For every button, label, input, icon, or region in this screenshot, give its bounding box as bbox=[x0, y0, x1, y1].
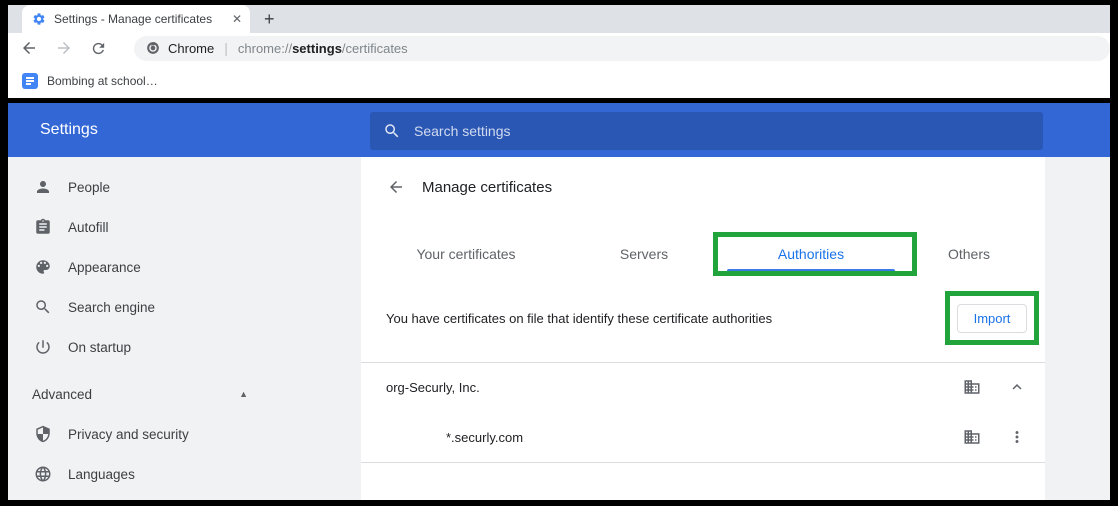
sidebar-item-label: Appearance bbox=[68, 259, 141, 275]
tab-close-icon[interactable]: ✕ bbox=[232, 13, 242, 25]
collapse-chevron-up-icon[interactable] bbox=[1008, 378, 1026, 396]
globe-icon bbox=[34, 465, 52, 483]
settings-search-box[interactable] bbox=[370, 112, 1043, 150]
new-tab-icon[interactable]: + bbox=[264, 8, 275, 30]
search-input[interactable] bbox=[414, 123, 1030, 139]
address-bar[interactable]: Chrome | chrome://settings/certificates bbox=[134, 35, 1110, 61]
highlight-box-import bbox=[945, 291, 1039, 345]
page-title: Settings bbox=[40, 121, 98, 138]
settings-header: Settings bbox=[8, 103, 1110, 157]
sidebar-item-label: Autofill bbox=[68, 219, 109, 235]
settings-sidebar: People Autofill Appearance Search engine… bbox=[8, 157, 361, 500]
tab-strip: Settings - Manage certificates ✕ + bbox=[8, 5, 1110, 33]
power-icon bbox=[34, 338, 52, 356]
shield-icon bbox=[34, 425, 52, 443]
bookmark-item[interactable]: Bombing at school… bbox=[47, 74, 158, 88]
person-icon bbox=[34, 178, 52, 196]
bookmarks-bar: Bombing at school… bbox=[8, 63, 1110, 98]
search-icon bbox=[34, 298, 52, 316]
sidebar-item-people[interactable]: People bbox=[8, 167, 361, 207]
card-title: Manage certificates bbox=[422, 178, 553, 196]
palette-icon bbox=[34, 258, 52, 276]
forward-icon[interactable] bbox=[55, 39, 73, 57]
manage-certificates-card: Manage certificates Your certificates Se… bbox=[361, 157, 1045, 500]
tab-your-certificates[interactable]: Your certificates bbox=[386, 232, 546, 276]
more-options-icon[interactable] bbox=[1008, 428, 1026, 446]
sidebar-item-label: Privacy and security bbox=[68, 426, 189, 442]
browser-tab[interactable]: Settings - Manage certificates ✕ bbox=[22, 5, 250, 33]
sidebar-item-privacy-and-security[interactable]: Privacy and security bbox=[8, 414, 361, 454]
sidebar-item-label: People bbox=[68, 179, 111, 195]
settings-gear-favicon-icon bbox=[32, 12, 46, 26]
certificate-group-row[interactable]: org-Securly, Inc. bbox=[361, 362, 1045, 412]
sidebar-item-search-engine[interactable]: Search engine bbox=[8, 287, 361, 327]
url-divider: | bbox=[224, 40, 228, 56]
sidebar-item-label: Search engine bbox=[68, 299, 156, 315]
clipboard-icon bbox=[34, 218, 52, 236]
browser-toolbar: Chrome | chrome://settings/certificates bbox=[8, 33, 1110, 63]
collapse-caret-icon: ▲ bbox=[239, 389, 248, 399]
certificate-group-name: org-Securly, Inc. bbox=[386, 379, 480, 395]
certificate-row[interactable]: *.securly.com bbox=[361, 412, 1045, 462]
tab-servers[interactable]: Servers bbox=[564, 232, 724, 276]
back-arrow-icon[interactable] bbox=[387, 178, 405, 196]
tab-title: Settings - Manage certificates bbox=[54, 12, 213, 26]
certificates-tabs: Your certificates Servers Authorities Ot… bbox=[361, 232, 1045, 280]
sidebar-item-autofill[interactable]: Autofill bbox=[8, 207, 361, 247]
list-divider bbox=[361, 462, 1045, 463]
reload-icon[interactable] bbox=[90, 40, 107, 57]
sidebar-item-appearance[interactable]: Appearance bbox=[8, 247, 361, 287]
sidebar-item-label: Languages bbox=[68, 466, 135, 482]
certificate-name: *.securly.com bbox=[446, 429, 524, 445]
url-text: chrome://settings/certificates bbox=[237, 40, 408, 56]
sidebar-item-languages[interactable]: Languages bbox=[8, 454, 361, 494]
sidebar-item-label: On startup bbox=[68, 339, 132, 355]
bookmark-doc-icon bbox=[22, 72, 38, 89]
search-icon bbox=[383, 122, 401, 140]
site-label: Chrome bbox=[168, 40, 215, 56]
organization-building-icon bbox=[963, 428, 981, 446]
highlight-box-authorities bbox=[713, 232, 917, 276]
organization-building-icon bbox=[963, 378, 981, 396]
sidebar-advanced-toggle[interactable]: Advanced ▲ bbox=[8, 374, 361, 414]
sidebar-item-on-startup[interactable]: On startup bbox=[8, 327, 361, 367]
settings-page: People Autofill Appearance Search engine… bbox=[8, 157, 1110, 500]
authorities-description: You have certificates on file that ident… bbox=[386, 311, 773, 326]
back-icon[interactable] bbox=[20, 39, 38, 57]
chrome-logo-icon bbox=[146, 41, 160, 55]
advanced-label: Advanced bbox=[32, 386, 93, 402]
